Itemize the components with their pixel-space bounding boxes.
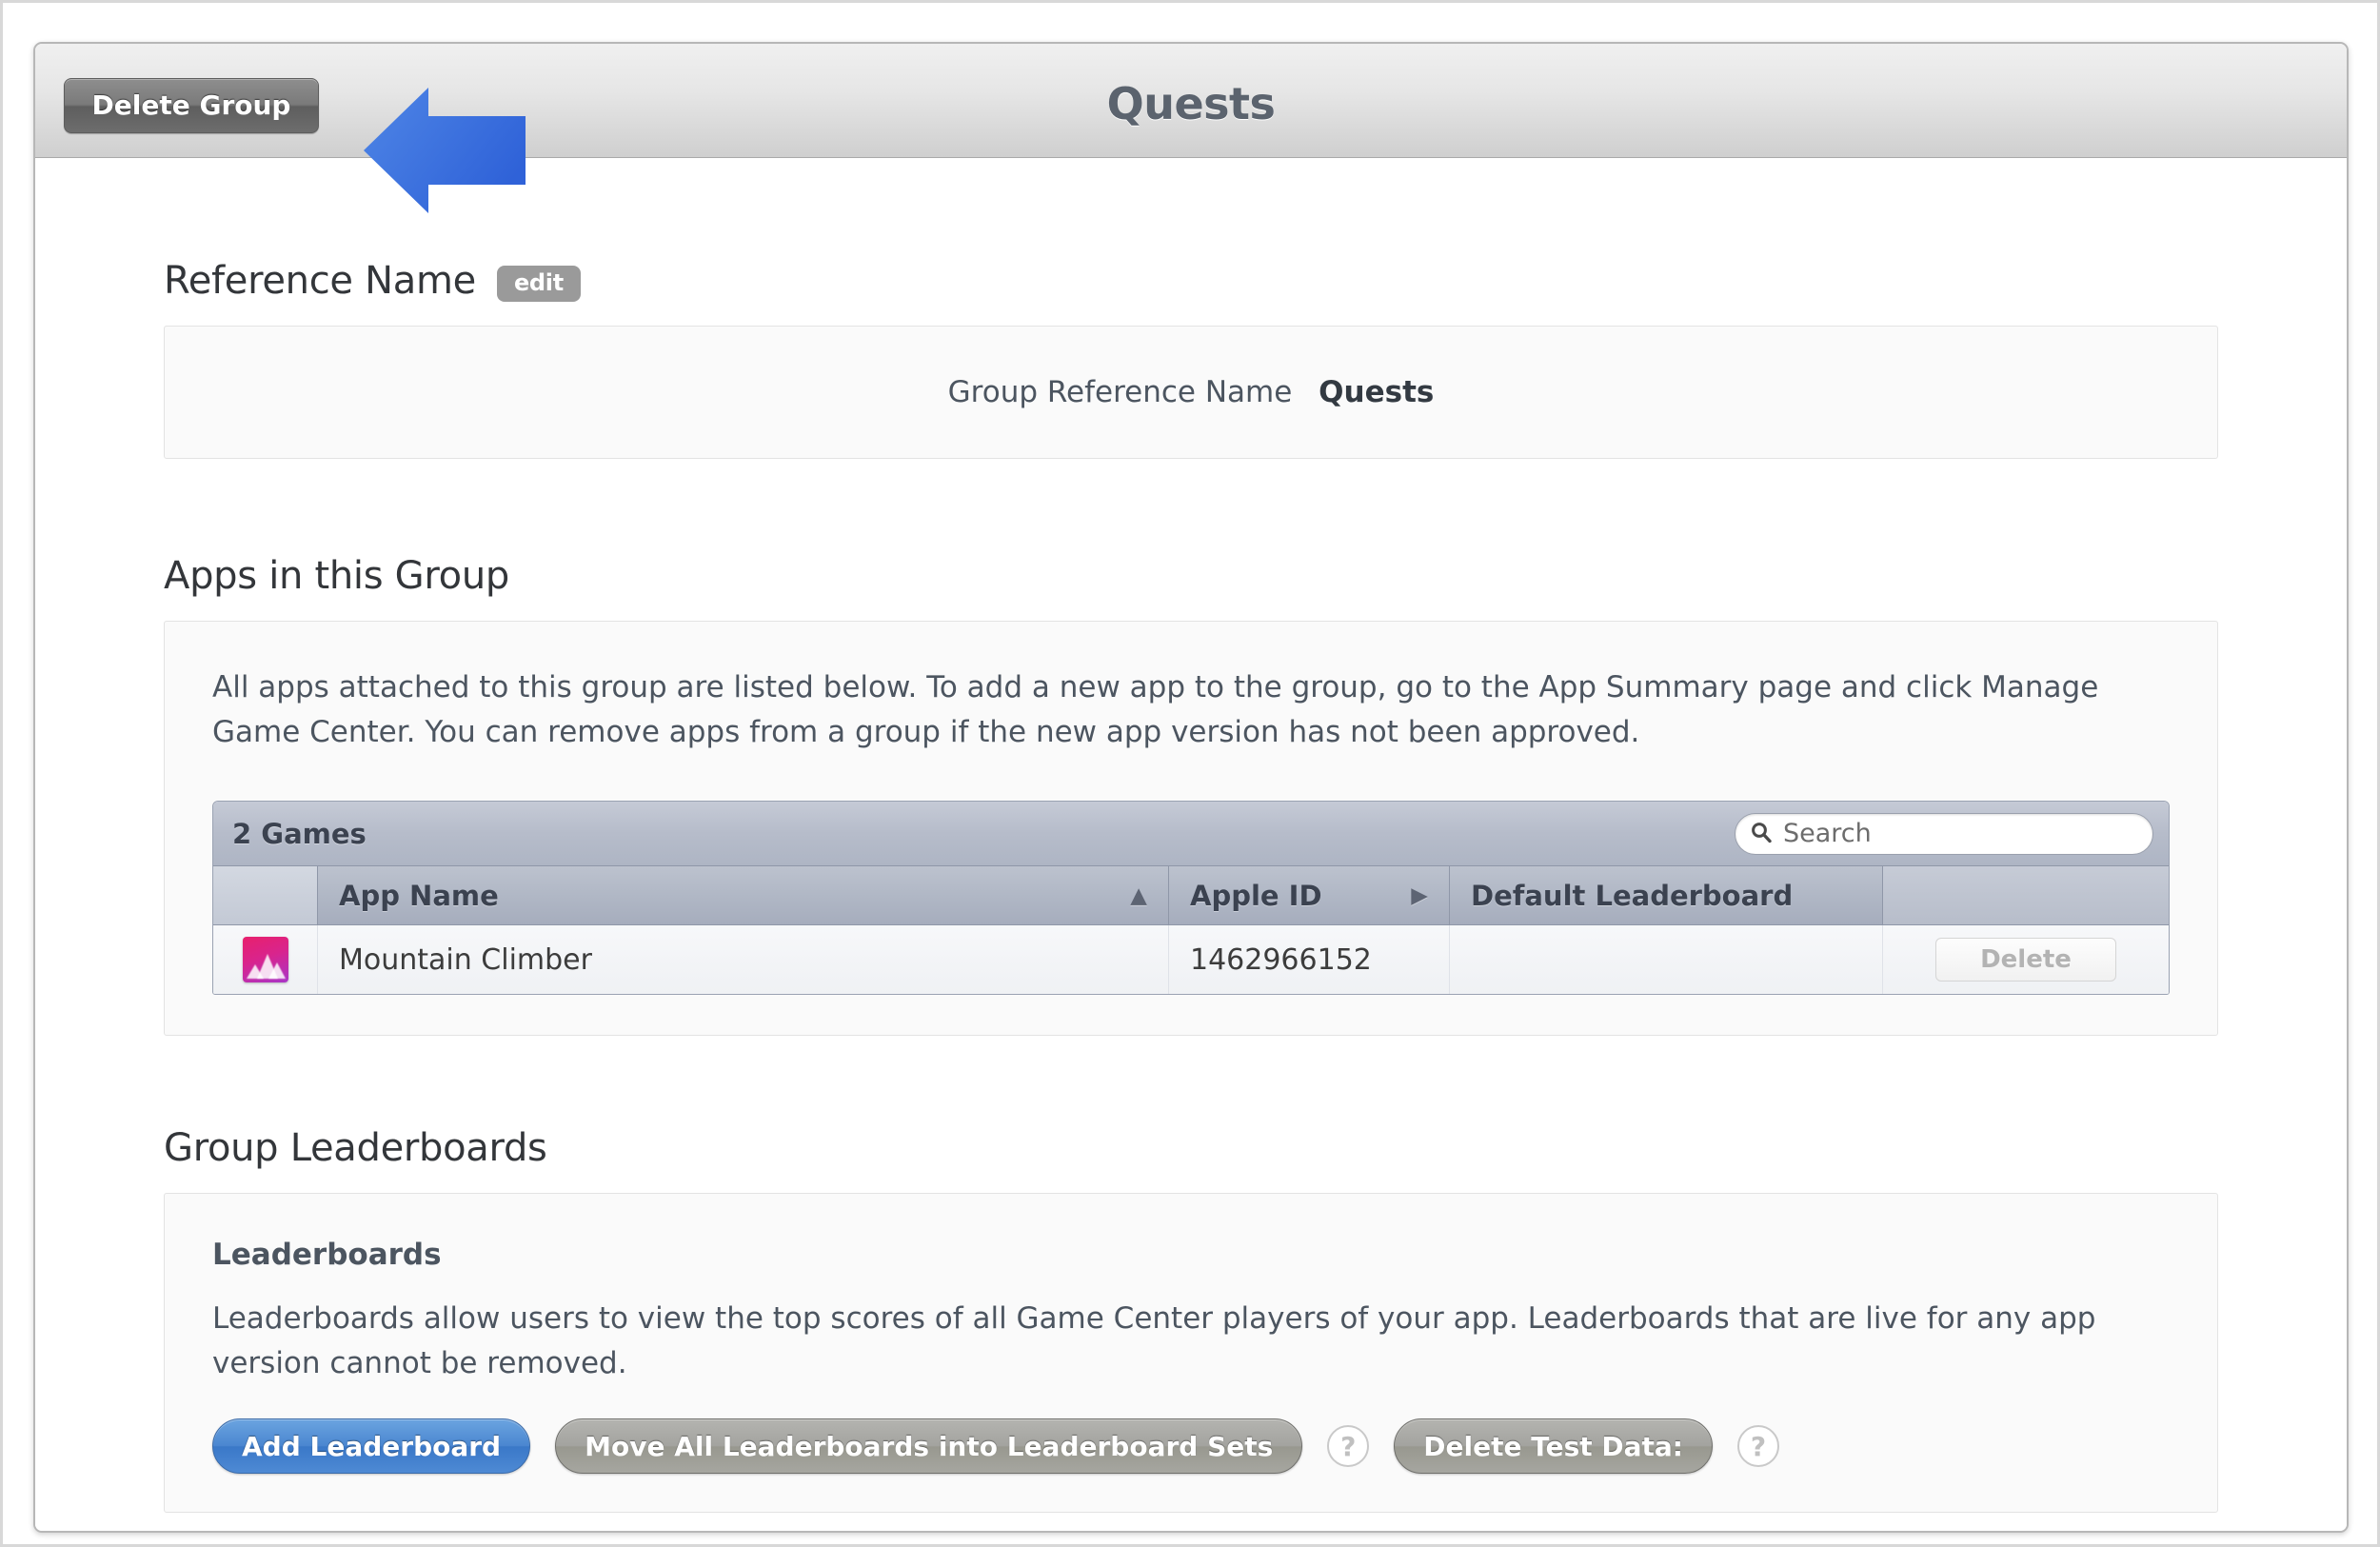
app-icon-cell [213, 925, 318, 995]
games-table-toolbar: 2 Games Search [213, 802, 2169, 867]
column-header-default-leaderboard[interactable]: Default Leaderboard [1450, 866, 1883, 925]
column-header-apple-id[interactable]: Apple ID ▶ [1169, 866, 1450, 925]
games-table: 2 Games Search App Name ▲ Apple ID ▶ Def… [212, 801, 2170, 996]
cell-app-name: Mountain Climber [318, 925, 1169, 995]
leaderboards-description: Leaderboards allow users to view the top… [212, 1301, 2096, 1381]
cell-actions: Delete [1883, 925, 2169, 994]
search-placeholder: Search [1783, 819, 1872, 849]
search-input[interactable]: Search [1735, 812, 2153, 855]
search-icon [1749, 820, 1774, 848]
cell-default-leaderboard [1450, 925, 1883, 995]
column-header-app-name-label: App Name [339, 879, 499, 912]
group-leaderboards-heading-label: Group Leaderboards [164, 1126, 547, 1171]
add-leaderboard-button[interactable]: Add Leaderboard [212, 1418, 531, 1475]
apps-in-group-description: All apps attached to this group are list… [212, 670, 2099, 750]
reference-name-panel: Group Reference Name Quests [164, 326, 2218, 459]
games-count-label: 2 Games [232, 817, 367, 850]
reference-name-heading: Reference Name edit [164, 259, 2218, 303]
column-header-actions [1883, 866, 2169, 925]
cell-apple-id: 1462966152 [1169, 925, 1450, 995]
leaderboards-button-row: Add Leaderboard Move All Leaderboards in… [212, 1418, 2170, 1475]
leaderboards-subheading: Leaderboards [212, 1238, 442, 1273]
group-reference-name-value: Quests [1319, 375, 1435, 409]
group-reference-name-label: Group Reference Name [947, 375, 1293, 409]
move-all-leaderboards-button[interactable]: Move All Leaderboards into Leaderboard S… [555, 1418, 1303, 1475]
column-header-app-name[interactable]: App Name ▲ [318, 866, 1169, 925]
column-header-apple-id-label: Apple ID [1190, 879, 1322, 912]
column-header-default-leaderboard-label: Default Leaderboard [1471, 879, 1794, 912]
delete-app-button[interactable]: Delete [1935, 938, 2116, 982]
mountain-climber-app-icon [242, 937, 288, 983]
mountain-peak-icon [268, 962, 286, 980]
window-titlebar: Delete Group Quests [35, 44, 2347, 213]
page-title: Quests [1106, 78, 1276, 129]
games-table-header-row: App Name ▲ Apple ID ▶ Default Leaderboar… [213, 866, 2169, 926]
sort-ascending-icon: ▲ [1130, 883, 1147, 908]
apps-in-group-heading: Apps in this Group [164, 554, 2218, 598]
group-leaderboards-heading: Group Leaderboards [164, 1126, 2218, 1170]
sort-right-icon: ▶ [1411, 883, 1428, 908]
reference-name-heading-label: Reference Name [164, 259, 476, 303]
help-icon[interactable]: ? [1327, 1425, 1370, 1468]
app-window: Delete Group Quests Reference Name edit … [33, 42, 2349, 1533]
group-leaderboards-panel: Leaderboards Leaderboards allow users to… [164, 1193, 2218, 1514]
delete-test-data-button[interactable]: Delete Test Data: [1394, 1418, 1714, 1475]
column-header-icon [213, 866, 318, 925]
apps-in-group-heading-label: Apps in this Group [164, 554, 509, 598]
table-row[interactable]: Mountain Climber 1462966152 Delete [213, 925, 2169, 995]
screenshot-root: Delete Group Quests Reference Name edit … [0, 0, 2380, 1547]
help-icon[interactable]: ? [1737, 1425, 1780, 1468]
edit-reference-name-button[interactable]: edit [496, 266, 581, 302]
apps-in-group-panel: All apps attached to this group are list… [164, 621, 2218, 1037]
page-content: Reference Name edit Group Reference Name… [35, 259, 2347, 1531]
group-reference-name-row: Group Reference Name Quests [948, 375, 1435, 409]
